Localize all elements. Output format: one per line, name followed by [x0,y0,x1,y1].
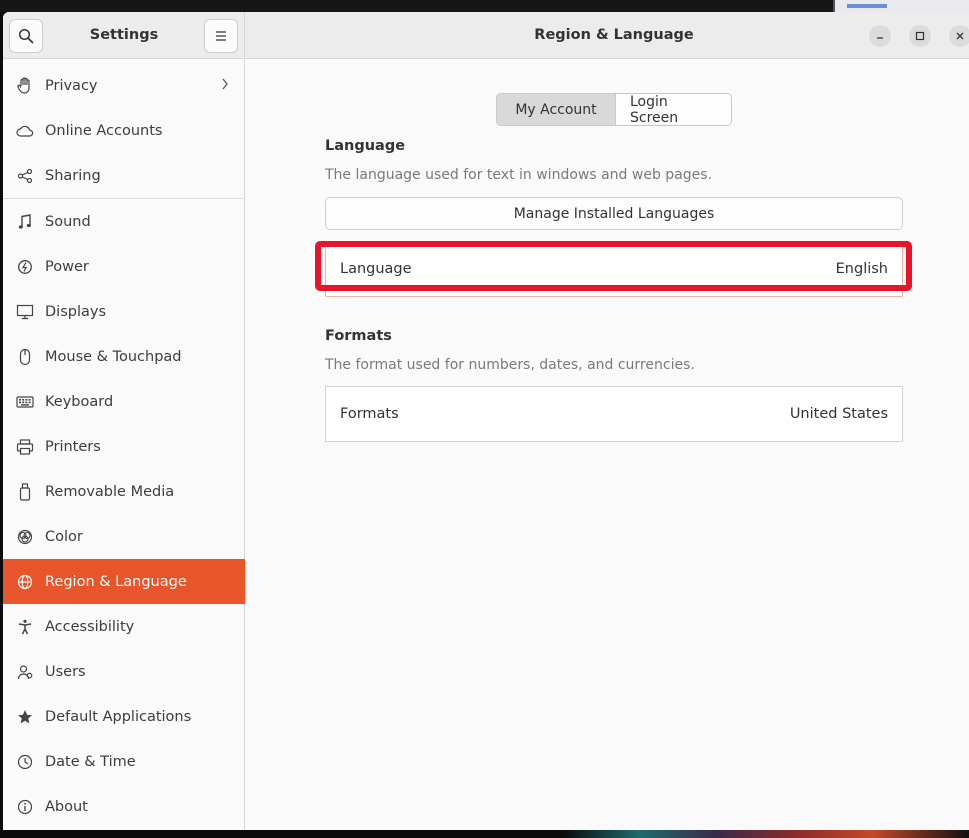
page-title: Region & Language [534,27,694,43]
sidebar-item-label: Default Applications [45,708,192,725]
minimize-icon [877,37,883,39]
settings-window: Settings Region & Language Privacy Onlin… [3,12,969,830]
sidebar-item-region-language[interactable]: Region & Language [3,559,245,604]
language-section-heading: Language [325,138,406,154]
sidebar-item-label: Sharing [45,167,101,184]
music-note-icon [16,213,34,231]
formats-row[interactable]: Formats United States [325,386,903,442]
sidebar-item-label: Power [45,258,89,275]
language-row[interactable]: Language English [325,241,903,297]
power-icon [16,258,34,276]
sidebar-item-sharing[interactable]: Sharing [3,153,245,198]
desktop-wallpaper-strip [0,830,969,838]
formats-row-label: Formats [340,406,399,422]
sidebar-item-privacy[interactable]: Privacy [3,63,245,108]
chevron-right-icon [221,77,229,95]
share-icon [16,167,34,185]
cloud-icon [16,122,34,140]
sidebar-item-label: Printers [45,438,101,455]
sidebar-item-label: Users [45,663,86,680]
search-icon [18,28,34,44]
info-icon [16,798,34,816]
sidebar-item-label: Accessibility [45,618,135,635]
sidebar-item-power[interactable]: Power [3,244,245,289]
star-icon [16,708,34,726]
sidebar-item-printers[interactable]: Printers [3,424,245,469]
sidebar-item-online-accounts[interactable]: Online Accounts [3,108,245,153]
search-button[interactable] [9,19,43,53]
sidebar-item-users[interactable]: Users [3,649,245,694]
globe-icon [16,573,34,591]
usb-icon [16,482,34,501]
clock-icon [16,753,34,771]
sidebar-item-label: Date & Time [45,753,136,770]
tab-login-screen[interactable]: Login Screen [616,93,732,126]
sidebar: Privacy Online Accounts Sharing Sound Po… [3,60,245,830]
mouse-icon [16,348,34,366]
language-section-description: The language used for text in windows an… [325,167,712,183]
sidebar-item-about[interactable]: About [3,784,245,829]
sidebar-item-keyboard[interactable]: Keyboard [3,379,245,424]
minimize-button[interactable] [869,25,891,47]
formats-row-value: United States [789,406,888,422]
formats-section-heading: Formats [325,328,392,344]
language-row-label: Language [340,261,412,277]
close-button[interactable] [949,25,969,47]
sidebar-item-label: Removable Media [45,483,175,500]
desktop-window-thumbnail [833,0,969,12]
maximize-button[interactable] [909,25,931,47]
formats-section-description: The format used for numbers, dates, and … [325,357,695,373]
header-bar: Settings Region & Language [3,12,969,59]
sidebar-item-label: Displays [45,303,107,320]
language-row-value: English [835,261,888,277]
tab-my-account[interactable]: My Account [496,93,616,126]
maximize-icon [915,31,925,41]
sidebar-item-label: Privacy [45,77,98,94]
sidebar-item-label: About [45,798,88,815]
sidebar-item-mouse-touchpad[interactable]: Mouse & Touchpad [3,334,245,379]
display-icon [16,303,34,321]
sidebar-item-removable-media[interactable]: Removable Media [3,469,245,514]
main-content: My Account Login Screen Language The lan… [246,60,969,830]
color-icon [16,528,34,546]
sidebar-item-displays[interactable]: Displays [3,289,245,334]
accessibility-icon [16,618,34,636]
hamburger-menu-icon [216,31,226,41]
sidebar-item-label: Keyboard [45,393,114,410]
sidebar-item-default-applications[interactable]: Default Applications [3,694,245,739]
close-icon [956,32,964,40]
desktop-background-top [0,0,969,12]
sidebar-item-date-time[interactable]: Date & Time [3,739,245,784]
manage-installed-languages-button[interactable]: Manage Installed Languages [325,197,903,230]
sidebar-item-label: Online Accounts [45,122,163,139]
hand-icon [16,76,34,95]
sidebar-item-label: Sound [45,213,91,230]
printer-icon [16,438,34,456]
sidebar-item-sound[interactable]: Sound [3,199,245,244]
account-tab-switcher: My Account Login Screen [496,93,732,126]
sidebar-item-accessibility[interactable]: Accessibility [3,604,245,649]
sidebar-item-label: Mouse & Touchpad [45,348,182,365]
sidebar-item-label: Color [45,528,83,545]
sidebar-title: Settings [89,27,159,43]
sidebar-item-label: Region & Language [45,573,187,590]
sidebar-item-color[interactable]: Color [3,514,245,559]
users-icon [16,663,34,681]
menu-button[interactable] [204,19,238,53]
keyboard-icon [16,393,34,411]
